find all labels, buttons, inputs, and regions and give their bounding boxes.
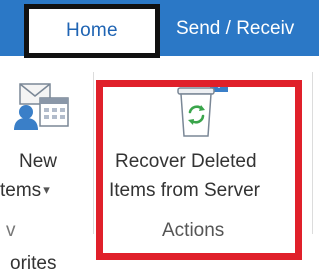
recover-label-line2: Items from Server <box>109 180 260 201</box>
new-items-icon <box>14 83 69 130</box>
chevron-down-icon: ▾ <box>43 182 50 197</box>
group-label-new: v <box>6 220 16 241</box>
tab-send-receive[interactable]: Send / Receiv <box>176 18 294 40</box>
group-divider <box>312 72 313 234</box>
recycle-bin-icon <box>177 79 229 137</box>
tab-home-label: Home <box>66 20 118 41</box>
new-items-label-line1: New <box>19 151 58 172</box>
folder-pane-header: orites <box>10 253 57 274</box>
new-items-label-line2: tems ▾ <box>0 180 50 201</box>
recover-label-line1: Recover Deleted <box>115 151 257 172</box>
tab-home[interactable]: Home <box>24 4 160 58</box>
group-divider <box>93 72 94 234</box>
group-label-actions: Actions <box>162 220 225 241</box>
